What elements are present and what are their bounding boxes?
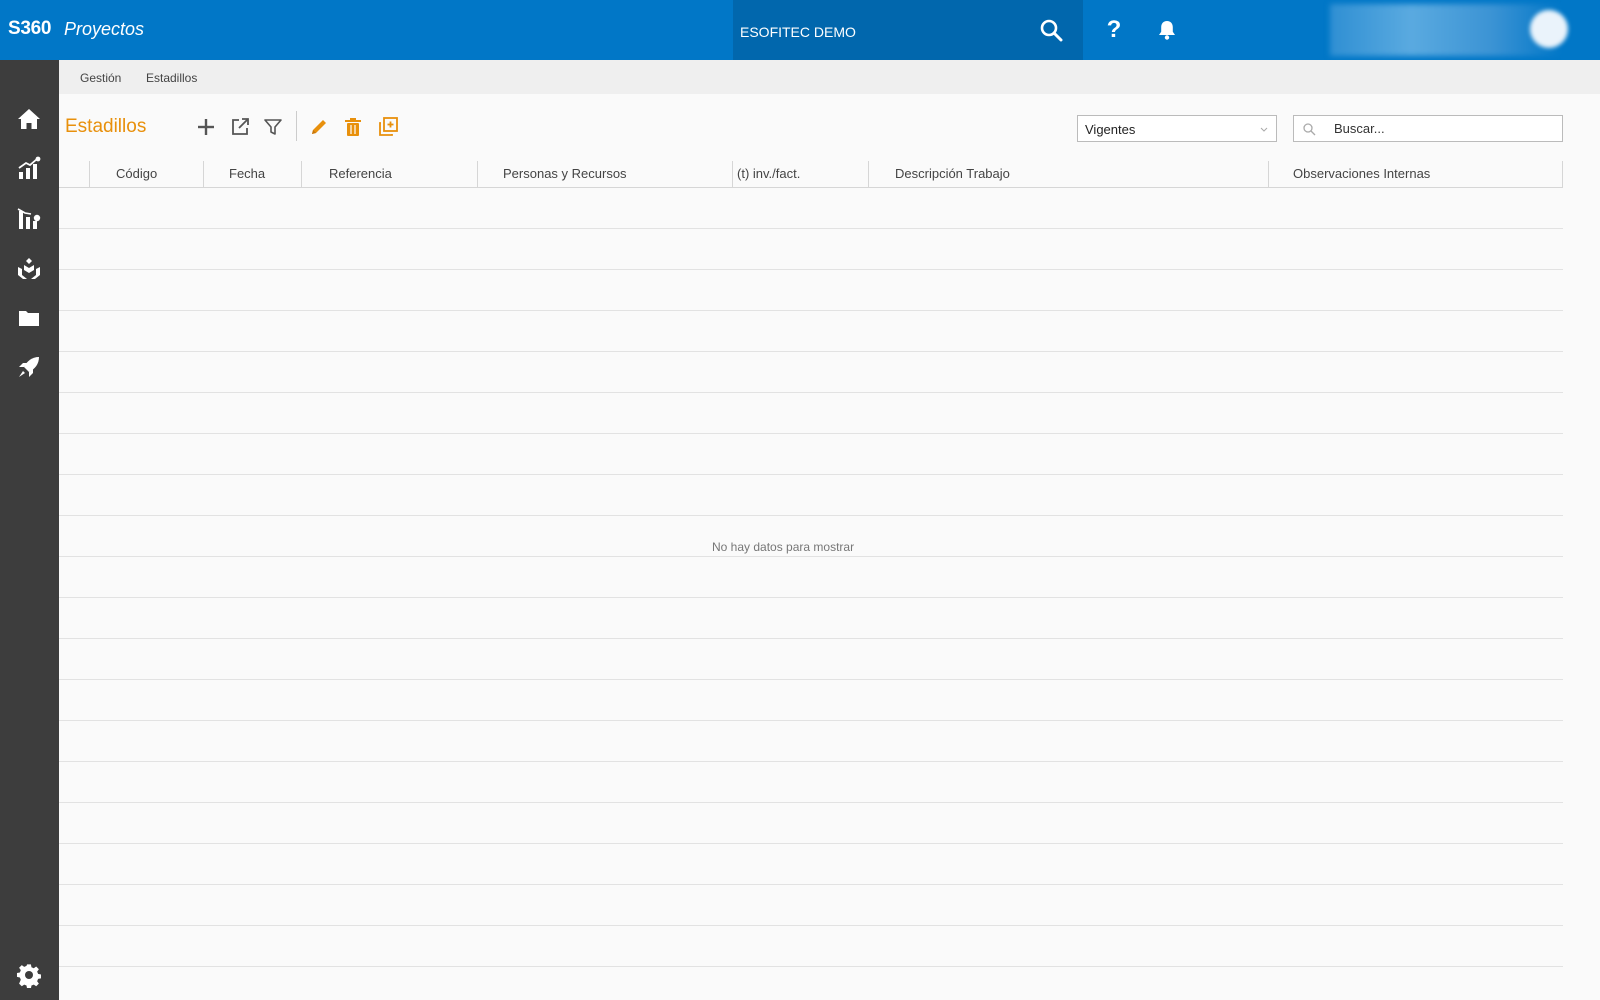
open-external-icon[interactable] (228, 115, 252, 139)
company-selector[interactable]: ESOFITEC DEMO (733, 0, 1083, 60)
row-divider (59, 720, 1563, 721)
row-divider (59, 392, 1563, 393)
status-filter-select[interactable]: Vigentes (1077, 115, 1277, 142)
table-header: Código Fecha Referencia Personas y Recur… (59, 161, 1563, 188)
rocket-icon[interactable] (16, 354, 42, 380)
column-header-observaciones-internas[interactable]: Observaciones Internas (1268, 161, 1563, 188)
row-divider (59, 925, 1563, 926)
column-header-codigo[interactable]: Código (89, 161, 203, 188)
home-icon[interactable] (16, 106, 42, 132)
breadcrumb: Gestión Estadillos (59, 60, 1600, 94)
column-header-descripcion-trabajo[interactable]: Descripción Trabajo (868, 161, 1268, 188)
column-header-referencia[interactable]: Referencia (301, 161, 477, 188)
chevron-down-icon (1260, 121, 1268, 132)
settings-gear-icon[interactable] (16, 962, 42, 989)
filter-icon[interactable] (261, 115, 285, 139)
company-name: ESOFITEC DEMO (740, 24, 856, 40)
breadcrumb-gestion[interactable]: Gestión (80, 71, 121, 85)
notifications-bell-icon[interactable] (1155, 18, 1179, 42)
empty-table-message: No hay datos para mostrar (712, 540, 855, 554)
page-title: Estadillos (65, 116, 147, 137)
hands-care-icon[interactable] (16, 255, 42, 281)
analytics-chart-icon[interactable] (16, 155, 42, 181)
search-icon[interactable] (1039, 18, 1063, 42)
folder-icon[interactable] (16, 305, 42, 331)
row-divider (59, 228, 1563, 229)
row-divider (59, 597, 1563, 598)
row-divider (59, 351, 1563, 352)
duplicate-icon[interactable] (376, 115, 400, 139)
row-divider (59, 802, 1563, 803)
row-divider (59, 679, 1563, 680)
user-info[interactable] (1330, 4, 1562, 56)
sidebar (0, 60, 59, 1000)
row-divider (59, 433, 1563, 434)
avatar[interactable] (1530, 10, 1568, 48)
status-filter-value: Vigentes (1085, 122, 1136, 137)
top-bar: S360 Proyectos ESOFITEC DEMO ? (0, 0, 1600, 60)
row-divider (59, 843, 1563, 844)
row-divider (59, 761, 1563, 762)
row-divider (59, 638, 1563, 639)
row-divider (59, 474, 1563, 475)
search-icon (1302, 122, 1316, 136)
row-divider (59, 515, 1563, 516)
row-divider (59, 556, 1563, 557)
search-input[interactable] (1334, 118, 1554, 139)
row-divider (59, 310, 1563, 311)
brand-logo[interactable]: S360 (8, 18, 51, 40)
row-divider (59, 269, 1563, 270)
column-header-inv-fact[interactable]: (t) inv./fact. (732, 161, 868, 188)
module-name: Proyectos (64, 19, 145, 39)
breadcrumb-estadillos[interactable]: Estadillos (146, 71, 197, 85)
column-header-personas-recursos[interactable]: Personas y Recursos (477, 161, 732, 188)
stats-chart-icon[interactable] (16, 205, 42, 231)
edit-icon[interactable] (307, 115, 331, 139)
row-divider (59, 966, 1563, 967)
add-icon[interactable] (194, 115, 218, 139)
toolbar-divider (296, 111, 297, 141)
table-body (59, 188, 1563, 970)
help-button[interactable]: ? (1101, 16, 1127, 44)
delete-icon[interactable] (341, 115, 365, 139)
column-header-fecha[interactable]: Fecha (203, 161, 301, 188)
search-box[interactable] (1293, 115, 1563, 142)
row-divider (59, 884, 1563, 885)
